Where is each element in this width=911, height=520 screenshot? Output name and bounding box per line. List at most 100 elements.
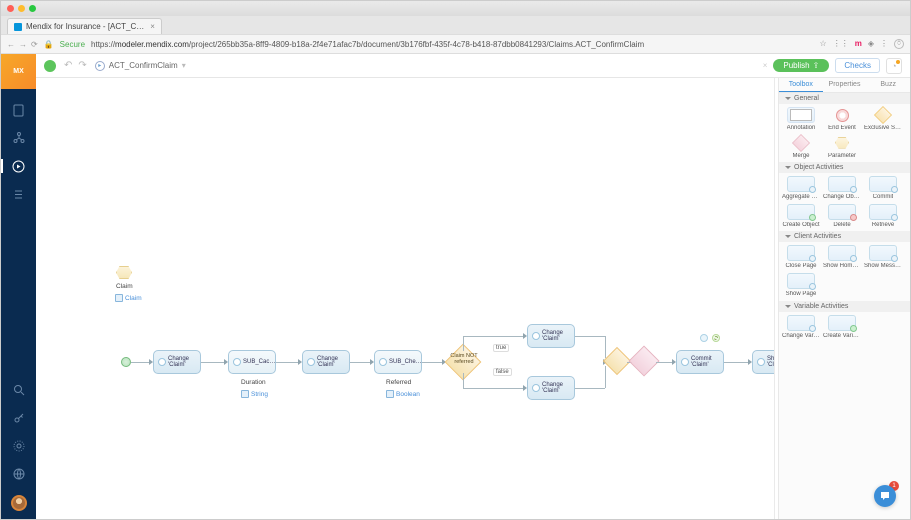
tool-end-event[interactable]: End Event bbox=[823, 107, 861, 132]
edge-false-label: false bbox=[493, 368, 512, 376]
merge-node[interactable] bbox=[628, 345, 659, 376]
close-tab-icon[interactable]: × bbox=[150, 22, 155, 31]
tool-close-page[interactable]: Close Page bbox=[782, 245, 820, 270]
close-doc-icon[interactable]: × bbox=[763, 61, 768, 70]
sub1-out-type[interactable]: String bbox=[241, 390, 268, 398]
notifications-icon[interactable]: ◔ bbox=[886, 58, 902, 74]
tab-properties[interactable]: Properties bbox=[823, 78, 867, 92]
activity-change-claim-true[interactable]: Change 'Claim' bbox=[527, 324, 575, 348]
activity-icon bbox=[532, 332, 540, 340]
start-event-node[interactable] bbox=[121, 357, 131, 367]
app-sidebar: MX bbox=[1, 54, 36, 519]
address-url[interactable]: https://modeler.mendix.com/project/265bb… bbox=[91, 40, 814, 49]
parameter-label: Claim bbox=[116, 283, 133, 290]
activity-change-claim-false[interactable]: Change 'Claim' bbox=[527, 376, 575, 400]
tool-parameter[interactable]: Parameter bbox=[823, 135, 861, 160]
cat-general[interactable]: General bbox=[779, 93, 910, 104]
kebab-icon[interactable]: ⋮ bbox=[880, 39, 888, 49]
microflow-canvas[interactable]: Claim Claim Change 'Claim' bbox=[36, 78, 774, 519]
tool-retrieve[interactable]: Retrieve bbox=[864, 204, 902, 229]
tab-toolbox[interactable]: Toolbox bbox=[779, 78, 823, 92]
panel-tabs: Toolbox Properties Buzz bbox=[779, 78, 910, 93]
chat-button[interactable] bbox=[874, 485, 896, 507]
tool-merge[interactable]: Merge bbox=[782, 135, 820, 160]
list-icon[interactable] bbox=[12, 187, 26, 201]
microflow-icon[interactable] bbox=[12, 159, 26, 173]
run-button[interactable] bbox=[44, 60, 56, 72]
profile-icon[interactable]: ⍥ bbox=[894, 39, 904, 49]
browser-tab[interactable]: Mendix for Insurance - [ACT_C… × bbox=[7, 18, 162, 34]
undo-icon[interactable]: ↶ bbox=[64, 60, 72, 71]
back-icon[interactable]: ← bbox=[7, 40, 15, 49]
cat-client[interactable]: Client Activities bbox=[779, 231, 910, 242]
microflow-chip-icon: ▸ bbox=[95, 61, 105, 71]
tool-aggregate-list[interactable]: Aggregate List bbox=[782, 176, 820, 201]
tab-title: Mendix for Insurance - [ACT_C… bbox=[26, 22, 144, 31]
sub1-out-label: Duration bbox=[241, 379, 266, 386]
activity-change-claim-2[interactable]: Change 'Claim' bbox=[302, 350, 350, 374]
tool-show-page[interactable]: Show Page bbox=[782, 273, 820, 298]
edge-true-label: true bbox=[493, 344, 509, 352]
brand-logo[interactable]: MX bbox=[1, 54, 36, 89]
sub2-out-type[interactable]: Boolean bbox=[386, 390, 420, 398]
tab-strip: Mendix for Insurance - [ACT_C… × bbox=[1, 16, 910, 34]
mendix-ext-icon[interactable]: m bbox=[855, 39, 862, 49]
gear-icon[interactable] bbox=[12, 439, 26, 453]
star-icon[interactable]: ☆ bbox=[820, 39, 827, 49]
cat-variable[interactable]: Variable Activities bbox=[779, 301, 910, 312]
window-min-dot[interactable] bbox=[18, 5, 25, 12]
split-caption: Claim NOT referred bbox=[444, 354, 484, 366]
grid-icon[interactable]: ⋮⋮ bbox=[833, 39, 849, 49]
window-close-dot[interactable] bbox=[7, 5, 14, 12]
exclusive-split-node-2[interactable] bbox=[603, 347, 631, 375]
activity-icon bbox=[158, 358, 166, 366]
right-panel: Toolbox Properties Buzz General Annotati… bbox=[778, 78, 910, 519]
search-icon[interactable] bbox=[12, 383, 26, 397]
activity-sub-cac[interactable]: SUB_Cac… bbox=[228, 350, 276, 374]
tree-icon[interactable] bbox=[12, 131, 26, 145]
tool-annotation[interactable]: Annotation bbox=[782, 107, 820, 132]
tool-change-variable[interactable]: Change Variable bbox=[782, 315, 820, 340]
tool-create-variable[interactable]: Create Variable bbox=[823, 315, 861, 340]
globe-icon[interactable] bbox=[12, 467, 26, 481]
sub2-out-label: Referred bbox=[386, 379, 411, 386]
address-bar-icons: ☆ ⋮⋮ m ◈ ⋮ ⍥ bbox=[820, 39, 904, 49]
activity-icon bbox=[757, 358, 765, 366]
document-icon[interactable] bbox=[12, 103, 26, 117]
breadcrumb[interactable]: ▸ ACT_ConfirmClaim ▾ bbox=[95, 61, 186, 71]
tool-show-message[interactable]: Show Message bbox=[864, 245, 902, 270]
browser-window: Mendix for Insurance - [ACT_C… × ← → ⟳ 🔒… bbox=[0, 0, 911, 520]
cat-object[interactable]: Object Activities bbox=[779, 162, 910, 173]
macos-window-bar bbox=[1, 1, 910, 16]
activity-show-page[interactable]: Show 'Claim_St… bbox=[752, 350, 774, 374]
process-badge-2[interactable] bbox=[712, 334, 720, 342]
tool-commit[interactable]: Commit bbox=[864, 176, 902, 201]
activity-commit-claim[interactable]: Commit 'Claim' bbox=[676, 350, 724, 374]
activity-icon bbox=[233, 358, 241, 366]
redo-icon[interactable]: ↷ bbox=[78, 60, 86, 71]
checks-button[interactable]: Checks bbox=[835, 58, 880, 73]
publish-button[interactable]: Publish⇪ bbox=[773, 59, 829, 72]
forward-icon[interactable]: → bbox=[19, 40, 27, 49]
activity-icon bbox=[307, 358, 315, 366]
tool-create-object[interactable]: Create Object bbox=[782, 204, 820, 229]
tab-buzz[interactable]: Buzz bbox=[866, 78, 910, 92]
chevron-down-icon[interactable]: ▾ bbox=[182, 61, 186, 70]
tool-change-object[interactable]: Change Object bbox=[823, 176, 861, 201]
toolbox-scroll[interactable]: General Annotation End Event Exclusive S… bbox=[779, 93, 910, 519]
avatar[interactable] bbox=[11, 495, 27, 511]
app-icon[interactable]: ◈ bbox=[868, 39, 874, 49]
activity-change-claim-1[interactable]: Change 'Claim' bbox=[153, 350, 201, 374]
activity-sub-che[interactable]: SUB_Che… bbox=[374, 350, 422, 374]
parameter-node[interactable] bbox=[116, 266, 132, 279]
parameter-type-link[interactable]: Claim bbox=[115, 294, 142, 302]
tool-exclusive-split[interactable]: Exclusive Split bbox=[864, 107, 902, 132]
tool-show-home-page[interactable]: Show Home P… bbox=[823, 245, 861, 270]
key-icon[interactable] bbox=[12, 411, 26, 425]
app-root: MX ↶ ↷ ▸ ACT_ConfirmClaim bbox=[1, 54, 910, 519]
tool-delete[interactable]: Delete bbox=[823, 204, 861, 229]
app-topbar: ↶ ↷ ▸ ACT_ConfirmClaim ▾ × Publish⇪ Chec… bbox=[36, 54, 910, 78]
process-badge-1[interactable] bbox=[700, 334, 708, 342]
reload-icon[interactable]: ⟳ bbox=[31, 40, 38, 49]
window-max-dot[interactable] bbox=[29, 5, 36, 12]
